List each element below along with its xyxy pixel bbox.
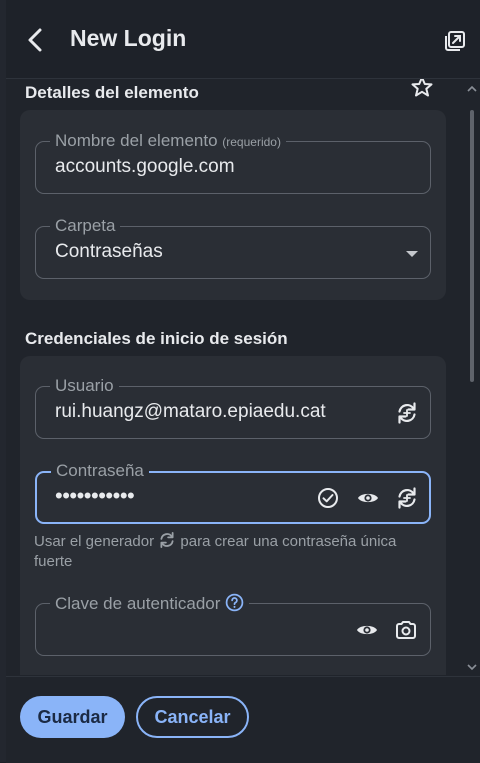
- generate-icon: [398, 487, 416, 509]
- toggle-totp-visibility-button[interactable]: [355, 618, 379, 642]
- footer: Guardar Cancelar: [6, 676, 480, 763]
- password-value: •••••••••••: [55, 483, 135, 508]
- form-scroll-area[interactable]: Detalles del elemento Nombre del element…: [6, 79, 480, 675]
- toggle-password-visibility-button[interactable]: [356, 486, 380, 510]
- folder-label: Carpeta: [50, 216, 121, 236]
- save-button[interactable]: Guardar: [20, 696, 125, 738]
- username-label: Usuario: [50, 376, 119, 396]
- login-credentials-heading: Credenciales de inicio de sesión: [25, 329, 288, 348]
- popout-icon: [445, 31, 465, 51]
- scroll-down-arrow-icon[interactable]: [466, 662, 478, 672]
- generate-icon: [160, 531, 174, 549]
- chevron-left-icon: [28, 28, 42, 52]
- star-icon: [411, 79, 433, 97]
- item-name-label: Nombre del elemento (requerido): [50, 131, 286, 151]
- generator-hint: Usar el generador para crear una contras…: [34, 531, 424, 572]
- cancel-button[interactable]: Cancelar: [136, 696, 249, 738]
- item-name-field[interactable]: Nombre del elemento (requerido) accounts…: [35, 131, 431, 194]
- password-field[interactable]: Contraseña •••••••••••: [35, 461, 431, 524]
- username-value: rui.huangz@mataro.epiaedu.cat: [55, 401, 326, 422]
- generator-hint-text-before: Usar el generador: [34, 533, 155, 550]
- password-label: Contraseña: [51, 461, 149, 481]
- help-icon[interactable]: [225, 593, 244, 612]
- login-credentials-card: Usuario rui.huangz@mataro.epiaedu.cat Co…: [20, 356, 446, 675]
- eye-icon: [357, 625, 377, 635]
- camera-icon: [396, 621, 416, 639]
- scroll-up-arrow-icon[interactable]: [466, 84, 478, 94]
- new-login-panel: New Login Detalles del elemento Nombre d…: [6, 0, 480, 763]
- generate-password-button[interactable]: [395, 486, 419, 510]
- page-title: New Login: [70, 25, 187, 51]
- eye-icon: [358, 493, 378, 503]
- required-label: (requerido): [222, 135, 281, 149]
- check-circle-icon: [318, 488, 338, 508]
- check-password-button[interactable]: [316, 486, 340, 510]
- item-details-heading: Detalles del elemento: [25, 83, 199, 102]
- back-button[interactable]: [22, 24, 50, 56]
- username-field[interactable]: Usuario rui.huangz@mataro.epiaedu.cat: [35, 376, 431, 439]
- folder-value: Contraseñas: [55, 241, 163, 262]
- generate-icon: [398, 402, 416, 424]
- item-name-value: accounts.google.com: [55, 156, 235, 177]
- scrollbar[interactable]: [466, 82, 478, 674]
- scan-qr-button[interactable]: [394, 618, 418, 642]
- authenticator-key-label: Clave de autenticador: [50, 593, 250, 614]
- folder-select[interactable]: Carpeta Contraseñas: [35, 216, 431, 279]
- authenticator-key-field[interactable]: Clave de autenticador: [35, 593, 431, 656]
- item-details-card: Nombre del elemento (requerido) accounts…: [20, 110, 446, 300]
- favorite-button[interactable]: [410, 79, 434, 99]
- popout-button[interactable]: [443, 29, 467, 53]
- generate-username-button[interactable]: [395, 401, 419, 425]
- scrollbar-thumb[interactable]: [470, 110, 474, 382]
- header: New Login: [6, 0, 480, 79]
- caret-down-icon: [406, 251, 418, 257]
